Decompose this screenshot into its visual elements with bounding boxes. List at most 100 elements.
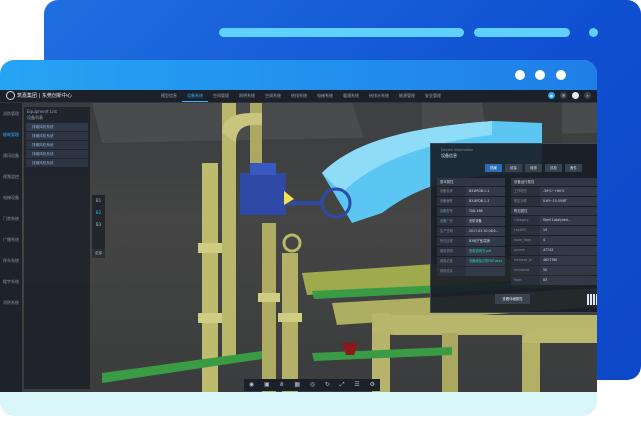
attribute-value: B3地下室/泵房 xyxy=(466,237,505,246)
expand-icon[interactable]: ⤢ xyxy=(340,379,345,391)
sidebar-item[interactable]: 消防系统 xyxy=(0,292,22,313)
window-dot[interactable] xyxy=(535,70,545,80)
nav-item[interactable]: 照明系统 xyxy=(234,90,260,102)
tree-subtitle: 设备列表 xyxy=(27,115,43,120)
info-tab[interactable]: 维修 xyxy=(525,164,542,172)
nav-item[interactable]: 安全管理 xyxy=(420,90,446,102)
sidebar-item[interactable]: 视频监控 xyxy=(0,166,22,187)
settings-icon[interactable]: ⚙ xyxy=(370,379,375,391)
info-tabs: 档案 维保 维修 巡检 备件 xyxy=(485,164,582,172)
attribute-key: 额定功率 xyxy=(511,197,540,206)
nav-item[interactable]: 模型信息 xyxy=(156,90,182,102)
message-icon[interactable]: ✉ xyxy=(560,92,567,99)
attribute-key: element_id xyxy=(511,256,540,265)
tree-item[interactable]: 排烟风机系统 xyxy=(26,132,88,140)
attribute-row: 生产日期 2017-03-30 08:0… xyxy=(437,227,505,236)
attribute-value[interactable]: 设备维保记录PDF.docx xyxy=(466,257,505,266)
attribute-row: revisionId 50 xyxy=(511,266,597,275)
floor-item[interactable]: B1 xyxy=(92,195,105,207)
sidebar-item[interactable]: 消防管理 xyxy=(0,103,22,124)
info-tab[interactable]: 备件 xyxy=(565,164,582,172)
nav-item[interactable]: 空间管理 xyxy=(208,90,234,102)
tree-item[interactable]: 排烟风机系统 xyxy=(26,150,88,158)
refresh-icon[interactable]: ↻ xyxy=(325,379,330,391)
attribute-value: 47743 xyxy=(540,246,597,255)
main-nav: 模型信息 设备系统 空间管理 照明系统 空调系统 给排系统 电梯系统 暖通系统 给排水系统 能源管… xyxy=(156,90,446,102)
attribute-key: 使用说明 xyxy=(437,247,466,256)
user-icon[interactable] xyxy=(572,92,579,99)
nav-item[interactable]: 空调系统 xyxy=(260,90,286,102)
attribute-value: -30℃~+60℃ xyxy=(540,187,597,196)
nav-item[interactable]: 给排水系统 xyxy=(364,90,394,102)
attribute-row: Category Shell Catalyzed… xyxy=(511,216,597,225)
nav-item[interactable]: 给排系统 xyxy=(286,90,312,102)
attribute-value: B3-BFDB-1-1 xyxy=(466,187,505,196)
nav-item[interactable]: 电梯系统 xyxy=(312,90,338,102)
attribute-row: 设备厂商 安防设备 xyxy=(437,217,505,226)
grid-icon[interactable]: ▦ xyxy=(294,379,300,391)
cube-icon[interactable]: ▣ xyxy=(264,379,270,391)
qr-code-icon[interactable] xyxy=(587,294,597,305)
attribute-row: parent 47743 xyxy=(511,246,597,255)
basic-attributes: 基本属性 设备名称 B3-BFDB-1-1 设备编号 B3-BFDB-1-1 设备型号 T… xyxy=(437,178,505,277)
3d-viewport[interactable]: Equipment List 设备列表 排烟风机系统 排烟风机系统 排烟风机系统 排烟… xyxy=(22,103,597,392)
sidebar-item[interactable]: 广播系统 xyxy=(0,229,22,250)
info-tab[interactable]: 档案 xyxy=(485,164,502,172)
info-tab[interactable]: 巡检 xyxy=(545,164,562,172)
close-icon[interactable]: × xyxy=(596,148,597,155)
info-tab[interactable]: 维保 xyxy=(505,164,522,172)
attribute-value: 2017-03-30 08:0… xyxy=(466,227,505,236)
notification-icon[interactable]: ● xyxy=(548,92,555,99)
sidebar-item[interactable]: 门禁系统 xyxy=(0,208,22,229)
info-subtitle: Device information xyxy=(441,148,474,152)
sidebar-item[interactable]: 楼宇系统 xyxy=(0,271,22,292)
attribute-value: 83 xyxy=(540,276,597,285)
attribute-row: 设备名称 B3-BFDB-1-1 xyxy=(437,187,505,196)
sidebar-item[interactable]: 停车系统 xyxy=(0,250,22,271)
attribute-value: 19 xyxy=(540,226,597,235)
attribute-row: element_id 4627780 xyxy=(511,256,597,265)
view-detail-button[interactable]: 查看详细属性 xyxy=(495,294,530,304)
decor-pill xyxy=(219,28,415,37)
sidebar-item[interactable]: 通讯设备 xyxy=(0,145,22,166)
attribute-value: 0.65~15.5%RT xyxy=(540,197,597,206)
attribute-value: 50 xyxy=(540,266,597,275)
window-dot[interactable] xyxy=(515,70,525,80)
attribute-row: flags 83 xyxy=(511,276,597,285)
tree-item[interactable]: 排烟风机系统 xyxy=(26,159,88,167)
attribute-row: 维保记录 设备维保记录PDF.docx xyxy=(437,257,505,266)
attribute-key: parent xyxy=(511,246,540,255)
decor-dot xyxy=(589,28,598,37)
nav-item[interactable]: 能源管理 xyxy=(394,90,420,102)
tree-item[interactable]: 排烟风机系统 xyxy=(26,123,88,131)
toolbar-icons: ● ✉ ⌕ xyxy=(548,92,591,99)
attribute-row: 使用说明 查看说明书.pdf xyxy=(437,247,505,256)
share-icon[interactable]: ⋔ xyxy=(279,379,284,391)
logo-icon xyxy=(6,91,15,100)
attribute-key: 其他信息 xyxy=(437,267,466,276)
sidebar-item[interactable]: 电梯设备 xyxy=(0,187,22,208)
tree-item[interactable]: 排烟风机系统 xyxy=(26,141,88,149)
sidebar: 消防管理 能耗管理 通讯设备 视频监控 电梯设备 门禁系统 广播系统 停车系统 楼宇系统 消防系统 xyxy=(0,103,22,392)
attribute-value xyxy=(466,267,505,276)
floor-all-button[interactable]: 全部 xyxy=(92,249,105,258)
attribute-value[interactable]: 查看说明书.pdf xyxy=(466,247,505,256)
decor-pill xyxy=(390,28,464,37)
attribute-value: 4 xyxy=(540,236,597,245)
floor-item[interactable]: B3 xyxy=(92,219,105,231)
window-dot[interactable] xyxy=(556,70,566,80)
sidebar-item[interactable]: 能耗管理 xyxy=(0,124,22,145)
compass-icon[interactable]: ◎ xyxy=(310,379,315,391)
attribute-row: node_flags 4 xyxy=(511,236,597,245)
attribute-key: 设备名称 xyxy=(437,187,466,196)
info-title: 设备信息 xyxy=(441,153,457,158)
nav-item[interactable]: 暖通系统 xyxy=(338,90,364,102)
attribute-key: 设备厂商 xyxy=(437,217,466,226)
nav-item[interactable]: 设备系统 xyxy=(182,90,208,102)
brand-text: 筑嘉集团 | 东莞创新中心 xyxy=(17,93,72,99)
tree-list: 排烟风机系统 排烟风机系统 排烟风机系统 排烟风机系统 排烟风机系统 xyxy=(24,123,90,167)
search-icon[interactable]: ⌕ xyxy=(584,92,591,99)
eye-icon[interactable]: ◉ xyxy=(249,379,254,391)
floor-item[interactable]: B2 xyxy=(92,207,105,219)
layers-icon[interactable]: ☰ xyxy=(354,379,359,391)
